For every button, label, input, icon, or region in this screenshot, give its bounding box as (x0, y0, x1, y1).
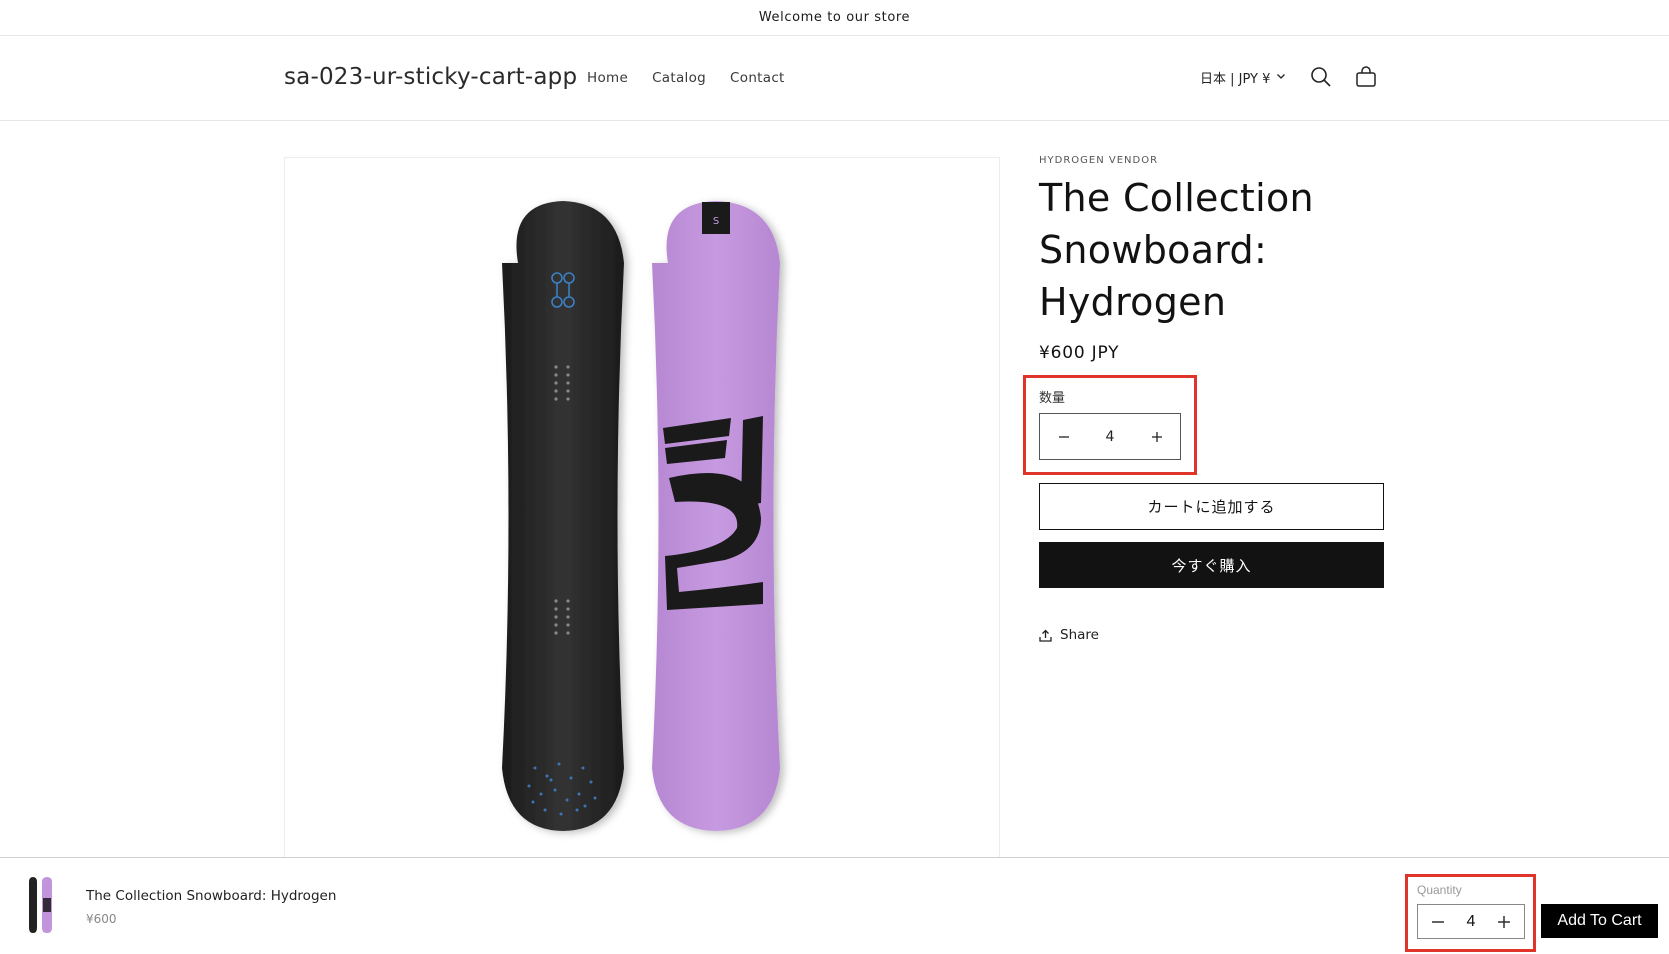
sticky-product-thumbnail (29, 877, 52, 933)
plus-icon (1498, 915, 1510, 928)
cart-icon[interactable] (1353, 64, 1379, 90)
sticky-cart-bar: The Collection Snowboard: Hydrogen ¥600 … (0, 857, 1669, 954)
site-header: sa-023-ur-sticky-cart-app Home Catalog C… (0, 36, 1669, 121)
board-right (652, 201, 780, 831)
announcement-bar: Welcome to our store (0, 0, 1669, 36)
main-nav: Home Catalog Contact (587, 70, 785, 86)
plus-icon (1151, 431, 1162, 442)
product-title: The Collection Snowboard: Hydrogen (1039, 176, 1314, 324)
product-vendor: HYDROGEN VENDOR (1039, 155, 1159, 166)
locale-selector[interactable]: 日本 | JPY ¥ (1200, 68, 1286, 87)
nav-catalog[interactable]: Catalog (652, 70, 706, 86)
quantity-stepper: 4 (1039, 413, 1181, 460)
buy-now-button[interactable]: 今すぐ購入 (1039, 542, 1384, 588)
share-button[interactable]: Share (1039, 627, 1099, 643)
product-price: ¥600 JPY (1039, 343, 1120, 363)
minus-icon (1432, 920, 1444, 923)
quantity-increase-button[interactable] (1133, 414, 1180, 459)
search-icon[interactable] (1308, 64, 1334, 90)
product-gallery[interactable]: S (284, 157, 1000, 857)
quantity-label: 数量 (1039, 391, 1066, 406)
sticky-quantity-label: Quantity (1417, 883, 1462, 897)
nav-contact[interactable]: Contact (730, 70, 785, 86)
svg-text:S: S (713, 216, 719, 227)
sticky-quantity-stepper: 4 (1417, 904, 1525, 939)
minus-icon (1058, 435, 1069, 438)
sticky-quantity-decrease-button[interactable] (1426, 908, 1450, 936)
store-logo[interactable]: sa-023-ur-sticky-cart-app (284, 64, 577, 90)
product-info: HYDROGEN VENDOR The Collection Snowboard… (1023, 155, 1385, 643)
share-label: Share (1060, 627, 1099, 643)
sticky-quantity-increase-button[interactable] (1492, 908, 1516, 936)
sticky-quantity-input[interactable]: 4 (1467, 913, 1476, 931)
quantity-input[interactable]: 4 (1090, 429, 1130, 445)
chevron-down-icon (1276, 70, 1286, 85)
add-to-cart-button[interactable]: カートに追加する (1039, 483, 1384, 530)
sticky-product-price: ¥600 (86, 912, 117, 926)
quantity-decrease-button[interactable] (1040, 414, 1087, 459)
sticky-add-to-cart-button[interactable]: Add To Cart (1541, 904, 1658, 938)
board-left (502, 201, 624, 831)
locale-label: 日本 | JPY ¥ (1200, 72, 1271, 87)
sticky-product-title: The Collection Snowboard: Hydrogen (86, 888, 337, 904)
share-icon (1039, 629, 1052, 642)
product-image: S (502, 201, 780, 831)
nav-home[interactable]: Home (587, 70, 628, 86)
announcement-text: Welcome to our store (758, 10, 911, 25)
